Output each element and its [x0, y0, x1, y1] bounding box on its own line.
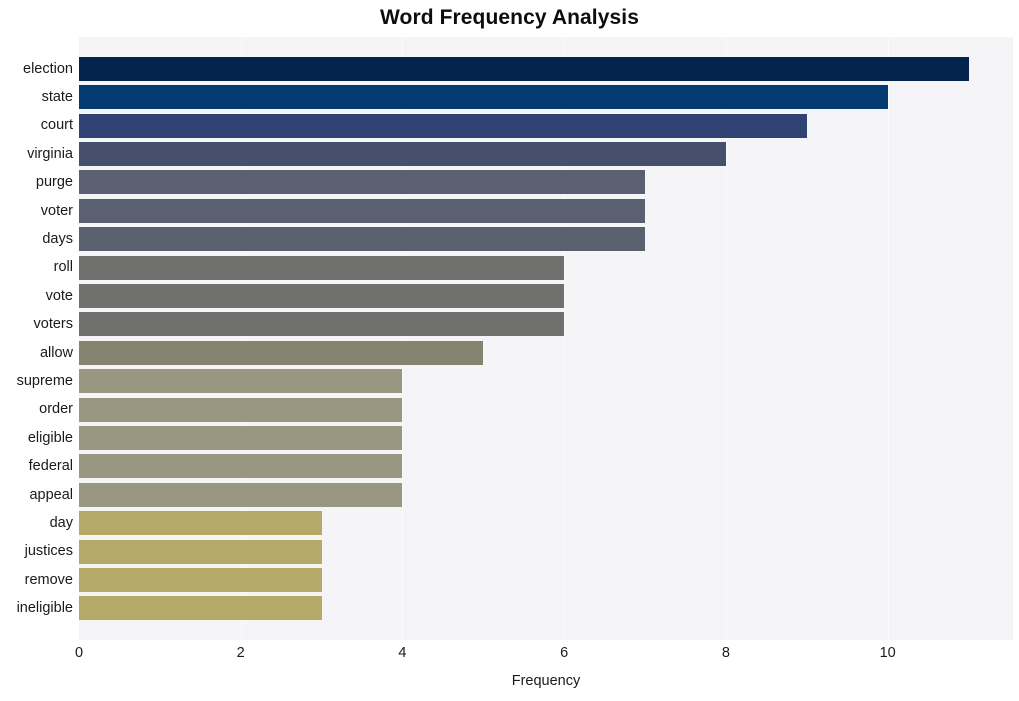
bar-row [79, 424, 1013, 452]
bar-voter[interactable] [79, 198, 646, 223]
bar-row [79, 509, 1013, 537]
y-tick-label-day: day [49, 515, 73, 532]
bar-voters[interactable] [79, 312, 565, 337]
y-tick-label-virginia: virginia [27, 145, 73, 162]
bar-allow[interactable] [79, 340, 484, 365]
x-tick-label-2: 2 [236, 645, 245, 661]
bar-row [79, 452, 1013, 480]
y-tick-label-remove: remove [24, 571, 73, 588]
bar-row [79, 111, 1013, 139]
y-tick-label-ineligible: ineligible [16, 600, 73, 617]
bar-row [79, 367, 1013, 395]
y-tick-label-appeal: appeal [29, 486, 73, 503]
bar-purge[interactable] [79, 170, 646, 195]
y-tick-label-allow: allow [39, 344, 73, 361]
bar-row [79, 395, 1013, 423]
bar-eligible[interactable] [79, 426, 403, 451]
bar-day[interactable] [79, 511, 322, 536]
y-tick-label-supreme: supreme [16, 373, 73, 390]
x-tick-label-6: 6 [560, 645, 569, 661]
bar-supreme[interactable] [79, 369, 403, 394]
bar-federal[interactable] [79, 454, 403, 479]
y-tick-label-federal: federal [28, 458, 73, 475]
bar-state[interactable] [79, 85, 888, 110]
x-axis-title: Frequency [511, 673, 581, 689]
bar-row [79, 594, 1013, 622]
bar-remove[interactable] [79, 568, 322, 593]
bar-row [79, 140, 1013, 168]
y-tick-label-purge: purge [35, 174, 73, 191]
y-tick-label-election: election [23, 60, 73, 77]
x-axis-ticks: 0 2 4 6 8 10 [75, 645, 1013, 667]
bars-layer [79, 37, 1013, 640]
bar-row [79, 225, 1013, 253]
bar-election[interactable] [79, 56, 969, 81]
bar-row [79, 339, 1013, 367]
y-axis-labels: election state court virginia purge voter days… [0, 37, 73, 640]
bar-row [79, 481, 1013, 509]
bar-virginia[interactable] [79, 141, 726, 166]
bar-row [79, 168, 1013, 196]
x-tick-label-4: 4 [398, 645, 407, 661]
y-tick-label-order: order [39, 401, 73, 418]
x-tick-label-10: 10 [879, 645, 896, 661]
bar-row [79, 310, 1013, 338]
chart-figure: Word Frequency Analysis election state cou… [0, 0, 1019, 701]
bar-row [79, 282, 1013, 310]
bar-row [79, 55, 1013, 83]
y-tick-label-vote: vote [45, 287, 73, 304]
bar-row [79, 537, 1013, 565]
y-tick-label-justices: justices [24, 543, 73, 560]
bar-ineligible[interactable] [79, 596, 322, 621]
bar-roll[interactable] [79, 255, 565, 280]
x-tick-label-8: 8 [721, 645, 730, 661]
bar-row [79, 197, 1013, 225]
bar-row [79, 566, 1013, 594]
bar-order[interactable] [79, 397, 403, 422]
chart-title: Word Frequency Analysis [379, 6, 640, 29]
bar-court[interactable] [79, 113, 807, 138]
bar-days[interactable] [79, 227, 646, 252]
x-tick-label-0: 0 [74, 645, 84, 661]
y-tick-label-eligible: eligible [27, 429, 73, 446]
bar-appeal[interactable] [79, 482, 403, 507]
bar-justices[interactable] [79, 539, 322, 564]
y-tick-label-roll: roll [53, 259, 73, 276]
y-tick-label-days: days [42, 231, 73, 248]
y-tick-label-voters: voters [33, 316, 74, 333]
y-tick-label-voter: voter [40, 202, 73, 219]
bar-vote[interactable] [79, 284, 565, 308]
y-tick-label-court: court [40, 117, 73, 134]
bar-row [79, 83, 1013, 111]
bar-row [79, 253, 1013, 281]
y-tick-label-state: state [41, 89, 73, 105]
